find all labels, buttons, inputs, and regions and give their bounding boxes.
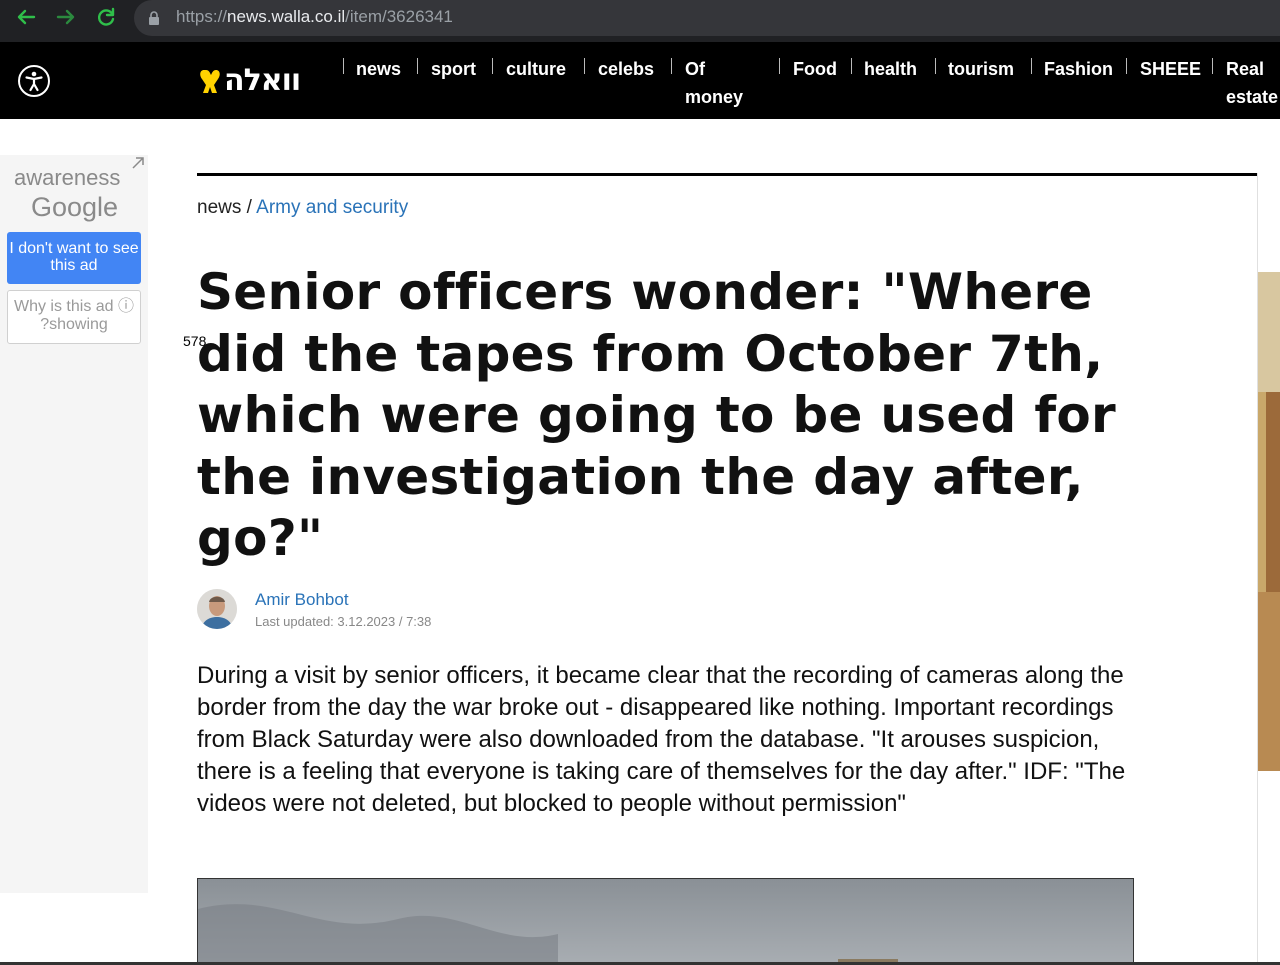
nav-of-money-line1: Of <box>685 59 705 79</box>
nav-sheee[interactable]: SHEEE <box>1140 55 1201 83</box>
ad-awareness-label: awareness <box>14 165 121 190</box>
breadcrumb-category[interactable]: Army and security <box>256 197 408 218</box>
nav-culture[interactable]: culture <box>506 55 566 83</box>
nav-real-estate-line1: Real <box>1226 59 1265 79</box>
url-host: news.walla.co.il <box>227 7 346 26</box>
nav-real-estate[interactable]: Real estate <box>1226 55 1278 111</box>
article-lead: During a visit by senior officers, it be… <box>197 662 1126 817</box>
walla-logo[interactable]: וואלה <box>196 62 301 98</box>
ad-dont-want-button[interactable]: I don't want to see this ad <box>7 232 141 284</box>
nav-fashion[interactable]: Fashion <box>1044 55 1113 83</box>
ad-google-label: Google <box>31 192 119 222</box>
site-header: וואלה news sport culture celebs Of money … <box>0 42 1280 119</box>
sidebar-image[interactable] <box>1258 272 1280 771</box>
nav-food[interactable]: Food <box>793 55 837 83</box>
nav-celebs[interactable]: celebs <box>598 55 654 83</box>
author-name[interactable]: Amir Bohbot <box>255 590 349 610</box>
url-path: /item/3626341 <box>345 7 453 26</box>
breadcrumb-section[interactable]: news <box>197 197 241 218</box>
breadcrumb: news / Army and security <box>197 197 408 219</box>
nav-health[interactable]: health <box>864 55 917 83</box>
nav-of-money-line2: money <box>685 87 744 107</box>
logo-text: וואלה <box>224 62 301 98</box>
article-top-rule <box>197 173 1257 176</box>
url-scheme: https:// <box>176 7 228 26</box>
nav-tourism[interactable]: tourism <box>948 55 1014 83</box>
nav-real-estate-line2: estate <box>1226 87 1279 107</box>
nav-news[interactable]: news <box>356 55 401 83</box>
lock-icon[interactable] <box>148 10 160 25</box>
nav-sport[interactable]: sport <box>431 55 476 83</box>
ad-arrow-icon[interactable] <box>131 156 145 174</box>
address-url[interactable]: https://news.walla.co.il/item/3626341 <box>176 7 453 27</box>
ad-why-showing-button[interactable]: Why is this ad ⓘ ?showing <box>7 290 141 344</box>
logo-mark-icon <box>196 67 222 93</box>
reload-icon[interactable] <box>94 5 118 29</box>
breadcrumb-separator: / <box>241 197 257 218</box>
accessibility-icon[interactable] <box>18 65 50 97</box>
back-arrow-icon[interactable] <box>14 5 38 29</box>
article-headline: Senior officers wonder: "Where did the t… <box>197 263 1117 567</box>
nav-of-money[interactable]: Of money <box>685 55 743 111</box>
article-hero-image[interactable] <box>197 878 1134 965</box>
last-updated: Last updated: 3.12.2023 / 7:38 <box>255 614 432 629</box>
forward-arrow-icon[interactable] <box>54 5 78 29</box>
author-avatar[interactable] <box>197 589 237 629</box>
browser-toolbar: https://news.walla.co.il/item/3626341 <box>0 0 1280 42</box>
